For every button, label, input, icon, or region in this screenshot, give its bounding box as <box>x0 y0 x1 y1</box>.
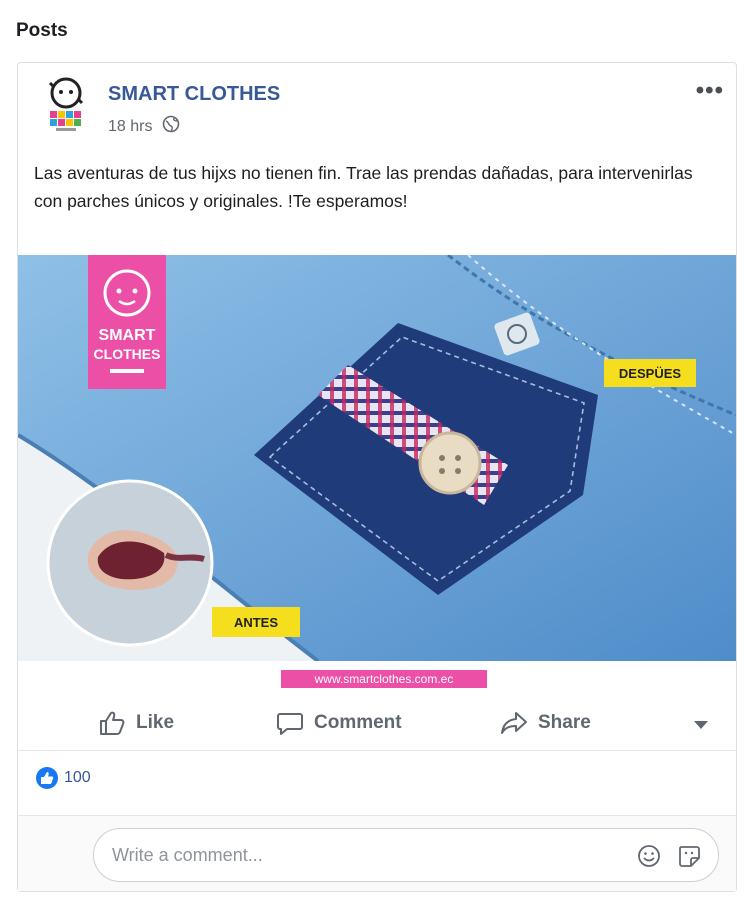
label-after: DESPÜES <box>619 366 681 381</box>
post-text: Las aventuras de tus hijxs no tienen fin… <box>34 163 693 211</box>
label-before: ANTES <box>234 615 278 630</box>
share-label: Share <box>538 712 591 733</box>
comment-button[interactable]: Comment <box>276 709 402 737</box>
page-avatar[interactable] <box>42 75 90 135</box>
like-button[interactable]: Like <box>98 709 174 737</box>
post-card: SMART CLOTHES 18 hrs ••• Las aventuras d… <box>17 62 737 892</box>
share-button[interactable]: Share <box>500 709 591 737</box>
comment-label: Comment <box>314 712 402 733</box>
emoji-icon[interactable] <box>636 843 662 869</box>
section-title: Posts <box>16 20 68 41</box>
like-label: Like <box>136 712 175 733</box>
share-icon <box>501 712 527 734</box>
thumbs-up-icon <box>100 711 125 735</box>
post-meta: 18 hrs <box>108 115 180 138</box>
post-timestamp[interactable]: 18 hrs <box>108 118 152 136</box>
post-photo[interactable]: SMART CLOTHES DESPÜES ANTES <box>18 255 736 661</box>
comment-icon <box>277 713 303 735</box>
reaction-summary[interactable]: 100 <box>36 767 91 789</box>
chevron-down-icon[interactable] <box>694 721 708 729</box>
post-header: SMART CLOTHES 18 hrs ••• <box>18 63 736 147</box>
comment-composer <box>93 828 719 882</box>
reaction-count: 100 <box>64 769 91 786</box>
comment-input[interactable] <box>112 829 592 881</box>
like-reaction-icon <box>36 767 58 789</box>
page-name-link[interactable]: SMART CLOTHES <box>108 83 280 106</box>
logo-text-line1: SMART <box>99 327 156 344</box>
globe-icon[interactable] <box>162 115 180 138</box>
website-badge: www.smartclothes.com.ec <box>281 670 487 688</box>
more-options-button[interactable]: ••• <box>696 77 724 105</box>
logo-text-line2: CLOTHES <box>94 346 161 362</box>
sticker-icon[interactable] <box>676 843 702 869</box>
action-bar: Like Comment Share <box>18 695 736 751</box>
comment-section <box>18 815 736 891</box>
